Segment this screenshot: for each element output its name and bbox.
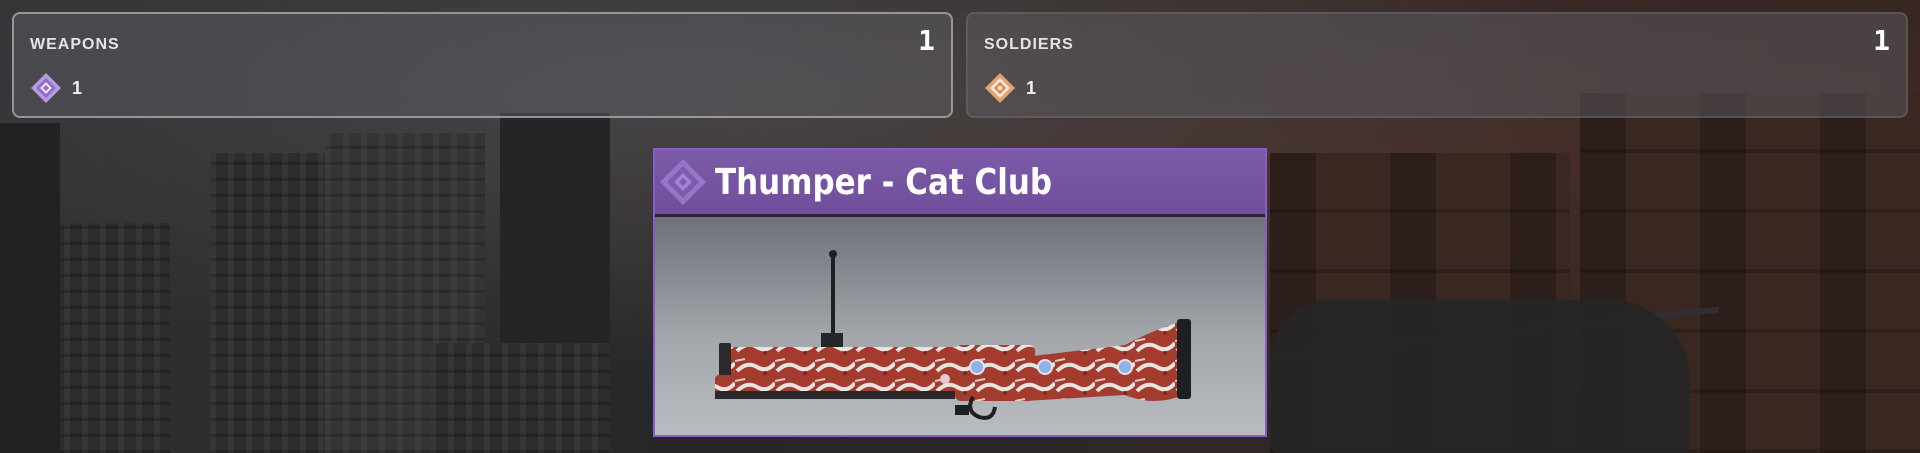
soldiers-rarity-row: 1 [984, 72, 1036, 104]
weapon-preview-image [655, 217, 1265, 435]
grenade-launcher-icon [715, 250, 1191, 420]
soldiers-stat-card[interactable]: SOLDIERS 1 1 [966, 12, 1908, 118]
diamond-rarity-icon [31, 73, 61, 103]
reward-item-card[interactable]: Thumper - Cat Club [653, 148, 1267, 437]
weapons-stat-card[interactable]: WEAPONS 1 1 [12, 12, 953, 118]
weapons-label: WEAPONS [30, 36, 120, 53]
diamond-rarity-icon [985, 73, 1015, 103]
item-header: Thumper - Cat Club [655, 150, 1265, 217]
soldiers-label: SOLDIERS [984, 36, 1074, 53]
soldiers-total: 1 [1873, 24, 1890, 57]
soldiers-count: 1 [1026, 77, 1037, 98]
item-title: Thumper - Cat Club [715, 161, 1053, 203]
weapons-total: 1 [918, 24, 935, 57]
weapons-rarity-row: 1 [30, 72, 82, 104]
weapons-count: 1 [72, 77, 83, 98]
diamond-rarity-icon [660, 159, 706, 205]
